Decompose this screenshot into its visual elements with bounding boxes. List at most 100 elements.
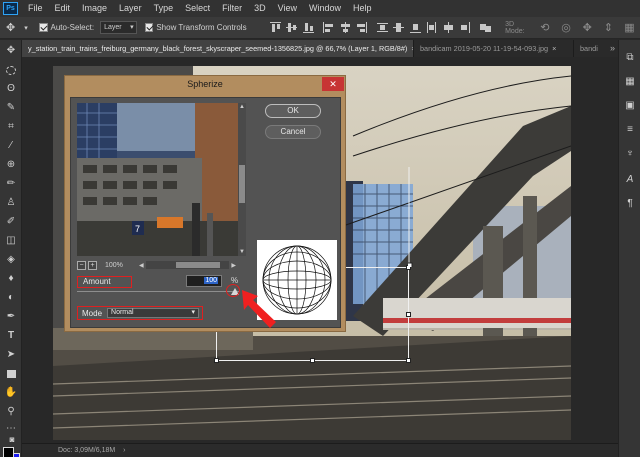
ok-button[interactable]: OK — [265, 104, 321, 118]
pen-tool-icon[interactable]: ✒ — [5, 311, 17, 323]
zoom-in-button[interactable]: + — [88, 260, 97, 270]
menu-bar: Ps File Edit Image Layer Type Select Fil… — [0, 0, 640, 17]
distribute-top-icon[interactable] — [376, 21, 389, 34]
move-tool-icon[interactable]: ✥ — [0, 17, 21, 39]
filter-preview[interactable]: 7 — [77, 103, 238, 256]
brush-settings-icon[interactable]: ≡ — [624, 124, 636, 136]
eyedropper-tool-icon[interactable]: ⁄ — [5, 140, 17, 152]
mode-dropdown[interactable]: Normal — [107, 308, 200, 318]
auto-select-label: Auto-Select: — [50, 23, 95, 32]
align-bottom-icon[interactable] — [302, 21, 315, 34]
align-right-icon[interactable] — [355, 21, 368, 34]
menu-view[interactable]: View — [272, 0, 303, 17]
tool-preset-chevron-icon[interactable]: ▾ — [21, 17, 31, 39]
menu-3d[interactable]: 3D — [248, 0, 272, 17]
paths-panel-icon[interactable]: ♆ — [624, 148, 636, 160]
brush-tool-icon[interactable]: ✏ — [5, 178, 17, 190]
menu-image[interactable]: Image — [76, 0, 113, 17]
align-top-icon[interactable] — [269, 21, 282, 34]
paragraph-panel-icon[interactable]: ¶ — [624, 198, 636, 210]
amount-input[interactable]: 100 — [186, 275, 222, 287]
distribute-hcenter-icon[interactable] — [442, 21, 455, 34]
auto-align-icon[interactable] — [479, 21, 492, 34]
eraser-tool-icon[interactable]: ◫ — [5, 235, 17, 247]
transform-handle[interactable] — [214, 358, 219, 363]
hand-tool-icon[interactable]: ✋ — [5, 387, 17, 399]
properties-panel-icon[interactable]: ▦ — [624, 76, 636, 88]
menu-layer[interactable]: Layer — [113, 0, 148, 17]
3d-rotate-icon[interactable]: ⟲ — [534, 17, 555, 39]
menu-filter[interactable]: Filter — [216, 0, 248, 17]
auto-select-dropdown[interactable]: Layer — [100, 21, 137, 34]
scroll-thumb[interactable] — [239, 165, 245, 203]
transform-handle[interactable] — [406, 312, 411, 317]
3d-pan-icon[interactable]: ✥ — [577, 17, 598, 39]
marquee-tool-icon[interactable] — [5, 64, 17, 76]
preview-vertical-scrollbar[interactable]: ▲ ▼ — [238, 103, 246, 256]
dialog-body: 7 ▲ ▼ − + 100% ◀ ▶ OK Cancel Amount 100 … — [70, 97, 341, 328]
tab-label: y_station_train_trains_freiburg_germany_… — [28, 44, 408, 53]
menu-edit[interactable]: Edit — [49, 0, 77, 17]
crop-tool-icon[interactable]: ⌗ — [5, 121, 17, 133]
scroll-down-icon[interactable]: ▼ — [238, 248, 246, 256]
zoom-out-button[interactable]: − — [77, 260, 86, 270]
tab-bandicam[interactable]: bandicam 2019-05-20 11-19-54-093.jpg × — [414, 40, 574, 57]
scroll-right-icon[interactable]: ▶ — [231, 262, 236, 269]
scroll-up-icon[interactable]: ▲ — [238, 103, 246, 111]
transform-handle[interactable] — [406, 358, 411, 363]
align-left-icon[interactable] — [322, 21, 335, 34]
preview-horizontal-scrollbar[interactable] — [145, 261, 230, 269]
healing-brush-tool-icon[interactable]: ⊕ — [5, 159, 17, 171]
quick-select-tool-icon[interactable]: ✎ — [5, 102, 17, 114]
transform-box-edge — [408, 167, 413, 267]
quick-mask-icon[interactable]: ◙ — [6, 434, 18, 446]
cancel-button[interactable]: Cancel — [265, 125, 321, 139]
paint-bucket-tool-icon[interactable]: ◈ — [5, 254, 17, 266]
menu-file[interactable]: File — [22, 0, 49, 17]
clone-stamp-tool-icon[interactable]: ♙ — [5, 197, 17, 209]
close-icon[interactable]: × — [552, 44, 556, 53]
mode-row: Mode Normal — [77, 306, 203, 320]
blur-tool-icon[interactable]: ♦ — [5, 273, 17, 285]
3d-scale-icon[interactable]: ▦ — [619, 17, 640, 39]
path-select-tool-icon[interactable]: ➤ — [5, 349, 17, 361]
menu-help[interactable]: Help — [347, 0, 378, 17]
amount-slider-track[interactable] — [77, 291, 239, 292]
scroll-thumb[interactable] — [175, 262, 220, 268]
transform-handle[interactable] — [310, 358, 315, 363]
distribute-bottom-icon[interactable] — [409, 21, 422, 34]
menu-select[interactable]: Select — [179, 0, 216, 17]
spherize-dialog: Spherize ✕ 7 ▲ ▼ − + 100% ◀ ▶ OK Cancel … — [64, 75, 346, 332]
slider-highlight-circle — [226, 284, 240, 297]
scroll-left-icon[interactable]: ◀ — [139, 262, 144, 269]
history-panel-icon[interactable]: ⧉ — [624, 52, 636, 64]
tab-active-document[interactable]: y_station_train_trains_freiburg_germany_… — [22, 40, 414, 57]
dodge-tool-icon[interactable]: ◐ — [5, 292, 17, 304]
status-arrow-icon[interactable]: › — [123, 447, 125, 454]
menu-window[interactable]: Window — [303, 0, 347, 17]
type-tool-icon[interactable]: T — [5, 330, 17, 342]
tools-panel: ✥ ʘ ✎ ⌗ ⁄ ⊕ ✏ ♙ ✐ ◫ ◈ ♦ ◐ ✒ T ➤ ✋ ⚲ ⋯ ◙ — [0, 40, 22, 457]
align-vcenter-icon[interactable] — [285, 21, 298, 34]
close-icon[interactable]: ✕ — [322, 77, 344, 91]
rectangle-tool-icon[interactable] — [5, 368, 17, 380]
distribute-vcenter-icon[interactable] — [392, 21, 405, 34]
foreground-color-swatch[interactable] — [3, 447, 14, 457]
menu-type[interactable]: Type — [148, 0, 180, 17]
zoom-tool-icon[interactable]: ⚲ — [5, 406, 17, 418]
character-panel-icon[interactable]: A — [624, 174, 636, 186]
3d-slide-icon[interactable]: ⇕ — [598, 17, 619, 39]
align-hcenter-icon[interactable] — [339, 21, 352, 34]
lasso-tool-icon[interactable]: ʘ — [5, 83, 17, 95]
adjustments-panel-icon[interactable]: ▣ — [624, 100, 636, 112]
distribute-right-icon[interactable] — [458, 21, 471, 34]
move-tool-icon[interactable]: ✥ — [5, 45, 17, 57]
auto-select-checkbox[interactable] — [38, 23, 48, 32]
tabs-overflow-icon[interactable]: » — [610, 40, 615, 57]
platform-sign: 7 — [135, 224, 140, 234]
show-transform-checkbox[interactable] — [144, 23, 154, 32]
history-brush-tool-icon[interactable]: ✐ — [5, 216, 17, 228]
tab-bandi[interactable]: bandi — [574, 40, 606, 57]
distribute-left-icon[interactable] — [425, 21, 438, 34]
3d-roll-icon[interactable]: ◎ — [555, 17, 576, 39]
